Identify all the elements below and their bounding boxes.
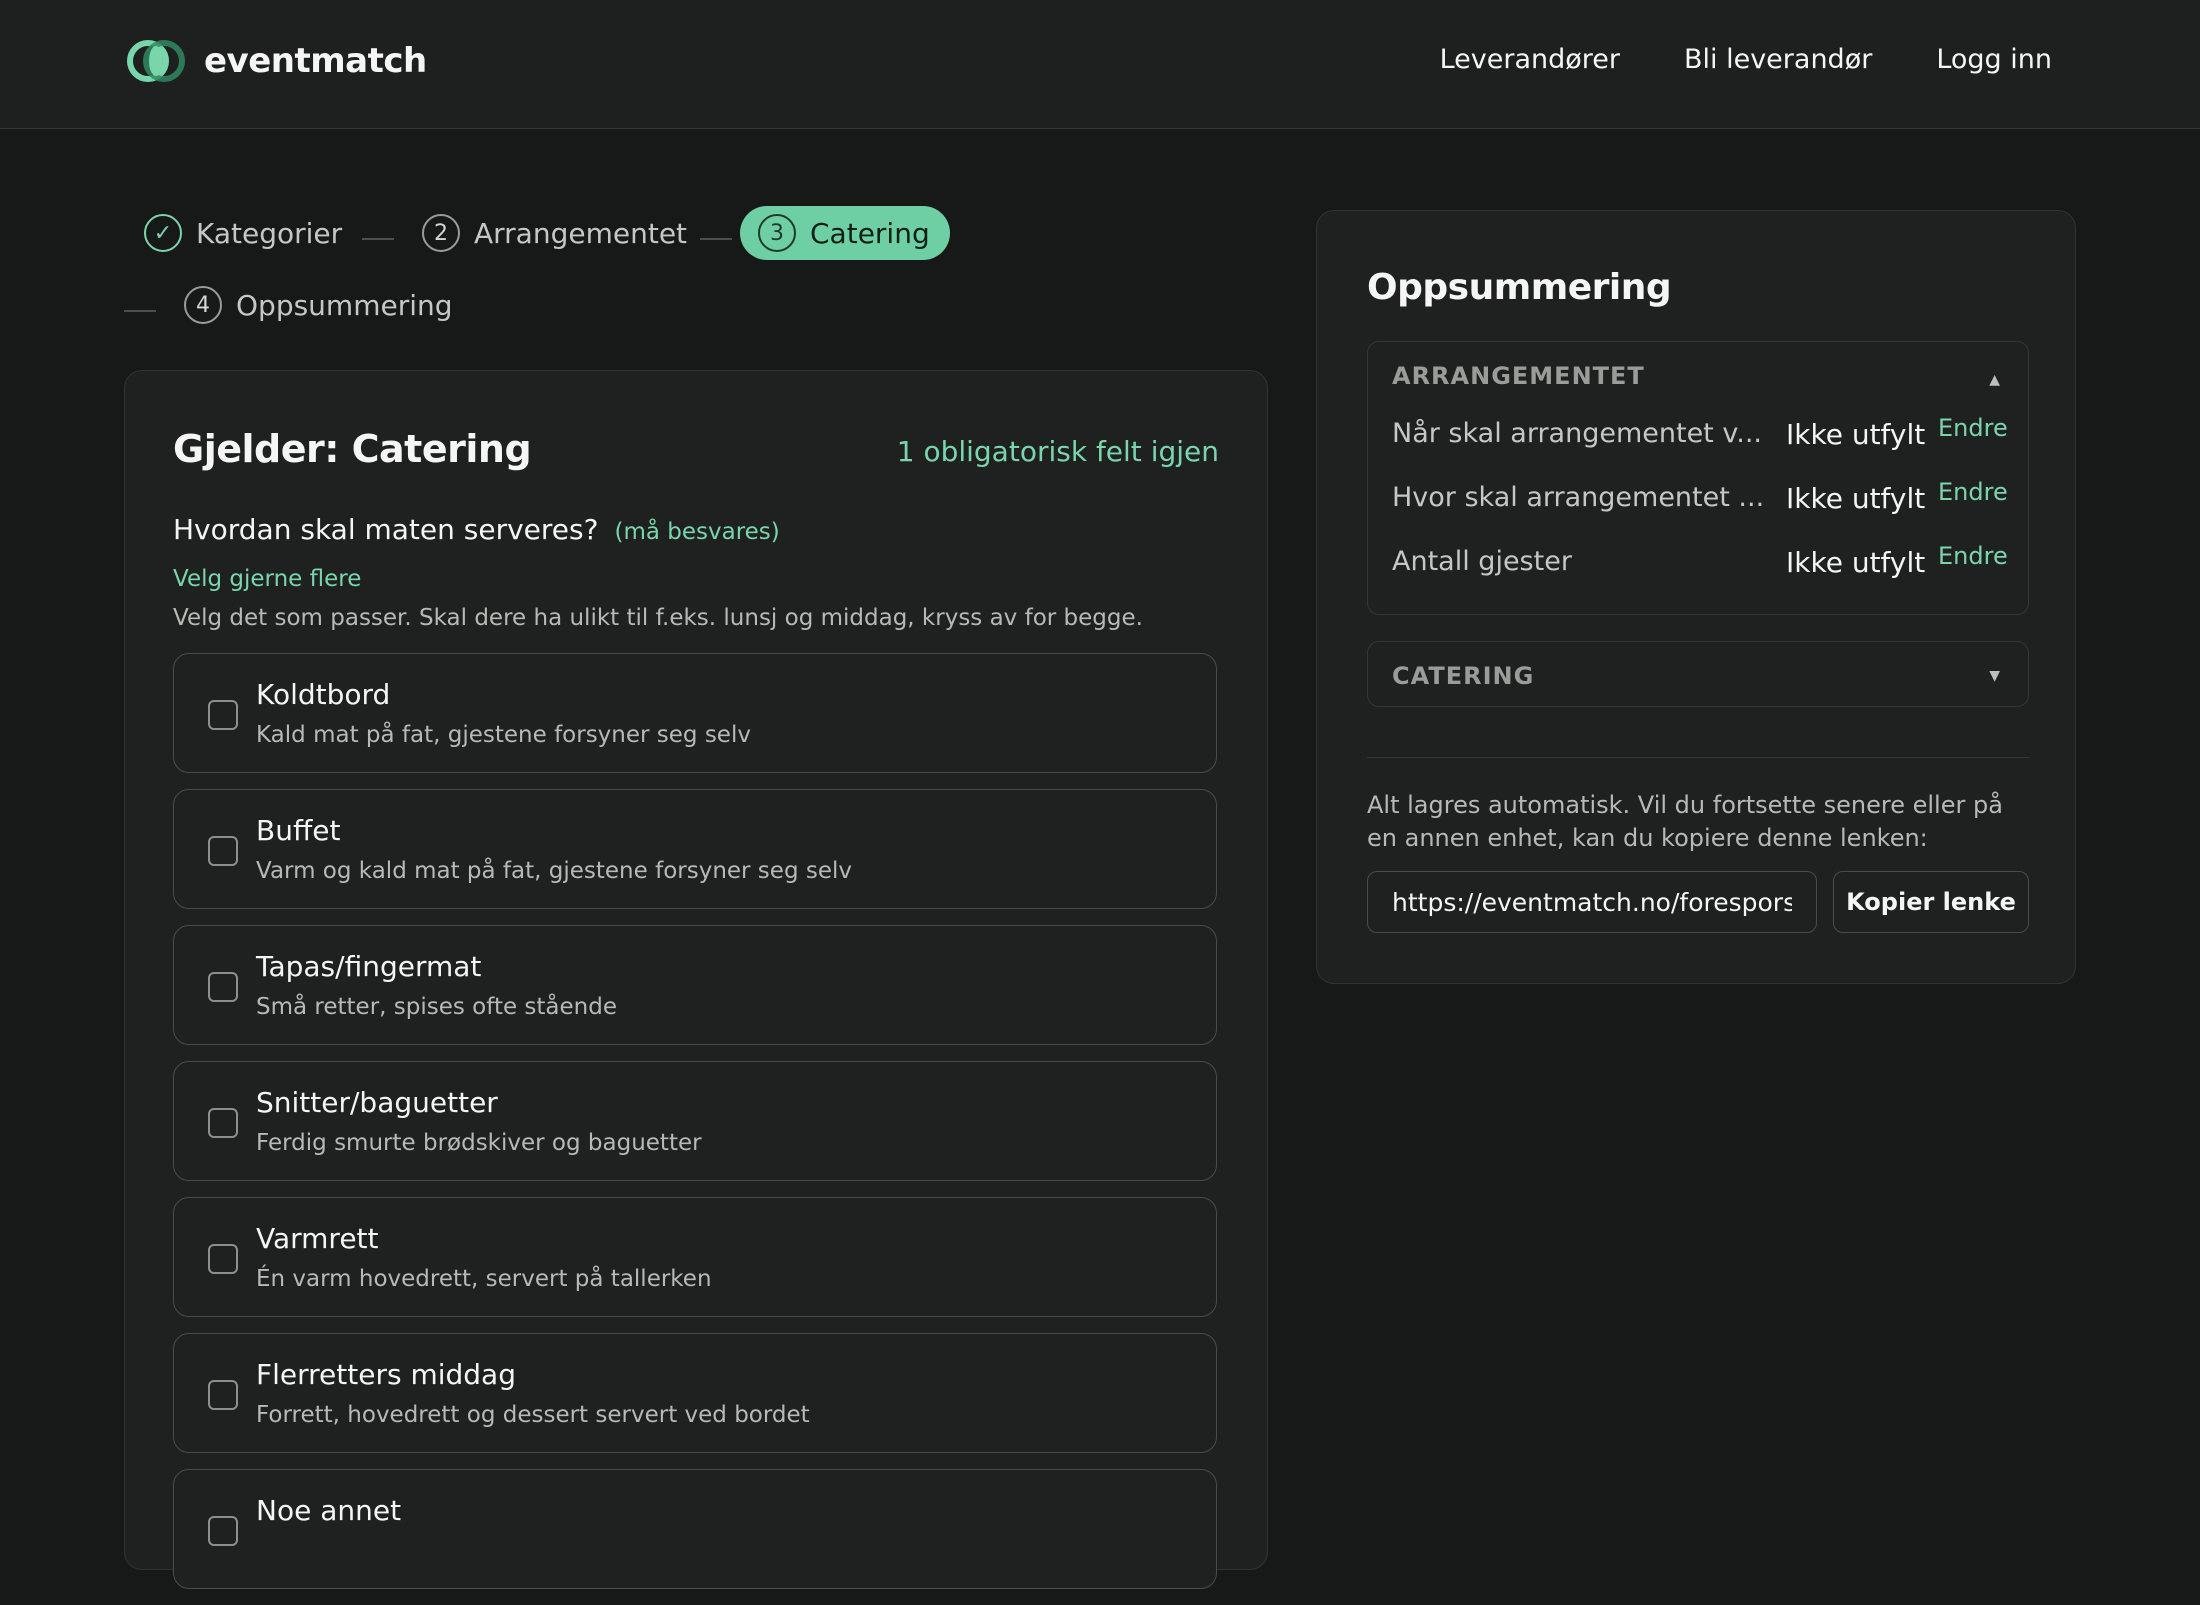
- checkbox[interactable]: [208, 1380, 238, 1410]
- divider: [1367, 757, 2029, 758]
- share-link-input[interactable]: [1367, 871, 1817, 933]
- option-title: Noe annet: [256, 1494, 402, 1527]
- option-flerretters-middag[interactable]: Flerretters middag Forrett, hovedrett og…: [173, 1333, 1217, 1453]
- serving-options-list: Koldtbord Kald mat på fat, gjestene fors…: [173, 653, 1217, 1605]
- step-catering[interactable]: 3 Catering: [740, 206, 950, 260]
- option-description: Små retter, spises ofte stående: [256, 994, 617, 1020]
- option-koldtbord[interactable]: Koldtbord Kald mat på fat, gjestene fors…: [173, 653, 1217, 773]
- option-description: Kald mat på fat, gjestene forsyner seg s…: [256, 722, 751, 748]
- edit-link[interactable]: Endre: [1938, 478, 2008, 506]
- row-value: Ikke utfylt: [1786, 482, 1926, 515]
- summary-panel: Oppsummering ARRANGEMENTET ▲ Når skal ar…: [1316, 210, 2076, 984]
- eventmatch-logo-icon: [127, 40, 185, 82]
- option-description: Én varm hovedrett, servert på tallerken: [256, 1266, 712, 1292]
- step-number: 2: [422, 214, 460, 252]
- caret-down-icon[interactable]: ▼: [1989, 668, 2000, 684]
- option-noe-annet[interactable]: Noe annet: [173, 1469, 1217, 1589]
- edit-link[interactable]: Endre: [1938, 542, 2008, 570]
- progress-stepper: ✓ Kategorier 2 Arrangementet 3 Catering …: [124, 206, 1264, 336]
- step-number: 3: [758, 214, 796, 252]
- required-indicator: (må besvares): [614, 519, 780, 545]
- step-number: 4: [184, 286, 222, 324]
- option-description: Varm og kald mat på fat, gjestene forsyn…: [256, 858, 852, 884]
- option-tapas[interactable]: Tapas/fingermat Små retter, spises ofte …: [173, 925, 1217, 1045]
- row-value: Ikke utfylt: [1786, 546, 1926, 579]
- top-navigation-bar: eventmatch Leverandører Bli leverandør L…: [0, 0, 2200, 129]
- step-label: Kategorier: [196, 216, 343, 250]
- summary-row-guests: Antall gjester Ikke utfylt Endre: [1392, 542, 2008, 586]
- brand-name: eventmatch: [204, 41, 427, 81]
- nav-link-become-supplier[interactable]: Bli leverandør: [1684, 44, 1872, 75]
- option-title: Koldtbord: [256, 678, 391, 711]
- step-label: Oppsummering: [236, 288, 453, 322]
- checkmark-icon: ✓: [144, 214, 182, 252]
- summary-title: Oppsummering: [1367, 267, 1672, 308]
- main-nav: Leverandører Bli leverandør Logg inn: [1376, 44, 2052, 75]
- nav-link-suppliers[interactable]: Leverandører: [1440, 44, 1620, 75]
- question-text: Hvordan skal maten serveres?: [173, 513, 599, 546]
- option-title: Flerretters middag: [256, 1358, 516, 1391]
- option-description: Forrett, hovedrett og dessert servert ve…: [256, 1402, 810, 1428]
- nav-link-login[interactable]: Logg inn: [1936, 44, 2052, 75]
- section-heading[interactable]: CATERING: [1392, 662, 1534, 690]
- step-connector: [362, 238, 394, 240]
- checkbox[interactable]: [208, 836, 238, 866]
- remaining-fields-counter: 1 obligatorisk felt igjen: [896, 435, 1219, 468]
- step-label: Arrangementet: [474, 216, 688, 250]
- option-description: Ferdig smurte brødskiver og baguetter: [256, 1130, 702, 1156]
- summary-section-event: ARRANGEMENTET ▲ Når skal arrangementet v…: [1367, 341, 2029, 615]
- option-title: Tapas/fingermat: [256, 950, 482, 983]
- checkbox[interactable]: [208, 1244, 238, 1274]
- checkbox[interactable]: [208, 1108, 238, 1138]
- checkbox[interactable]: [208, 700, 238, 730]
- multi-select-hint: Velg gjerne flere: [173, 566, 362, 592]
- row-label: Antall gjester: [1392, 546, 1572, 577]
- summary-section-catering[interactable]: CATERING ▼: [1367, 641, 2029, 707]
- checkbox[interactable]: [208, 1516, 238, 1546]
- section-heading[interactable]: ARRANGEMENTET: [1392, 362, 1645, 390]
- option-title: Varmrett: [256, 1222, 379, 1255]
- summary-row-when: Når skal arrangementet v... Ikke utfylt …: [1392, 414, 2008, 458]
- question-description: Velg det som passer. Skal dere ha ulikt …: [173, 605, 1143, 631]
- form-title: Gjelder: Catering: [173, 427, 532, 471]
- option-snitter[interactable]: Snitter/baguetter Ferdig smurte brødskiv…: [173, 1061, 1217, 1181]
- catering-form-card: Gjelder: Catering 1 obligatorisk felt ig…: [124, 370, 1268, 1589]
- row-label: Når skal arrangementet v...: [1392, 418, 1762, 449]
- step-event[interactable]: 2 Arrangementet: [422, 206, 687, 260]
- autosave-notice: Alt lagres automatisk. Vil du fortsette …: [1367, 791, 2003, 852]
- step-connector: [124, 310, 156, 312]
- brand[interactable]: eventmatch: [126, 37, 427, 85]
- step-summary[interactable]: 4 Oppsummering: [184, 278, 453, 332]
- row-value: Ikke utfylt: [1786, 418, 1926, 451]
- summary-row-where: Hvor skal arrangementet ... Ikke utfylt …: [1392, 478, 2008, 522]
- caret-up-icon[interactable]: ▲: [1989, 372, 2000, 388]
- checkbox[interactable]: [208, 972, 238, 1002]
- step-connector: [700, 238, 732, 240]
- option-title: Snitter/baguetter: [256, 1086, 498, 1119]
- edit-link[interactable]: Endre: [1938, 414, 2008, 442]
- copy-link-button[interactable]: Kopier lenke: [1833, 871, 2029, 933]
- question-heading: Hvordan skal maten serveres? (må besvare…: [173, 513, 780, 546]
- row-label: Hvor skal arrangementet ...: [1392, 482, 1765, 513]
- step-label: Catering: [810, 216, 930, 250]
- step-categories[interactable]: ✓ Kategorier: [144, 206, 342, 260]
- option-buffet[interactable]: Buffet Varm og kald mat på fat, gjestene…: [173, 789, 1217, 909]
- option-title: Buffet: [256, 814, 341, 847]
- option-varmrett[interactable]: Varmrett Én varm hovedrett, servert på t…: [173, 1197, 1217, 1317]
